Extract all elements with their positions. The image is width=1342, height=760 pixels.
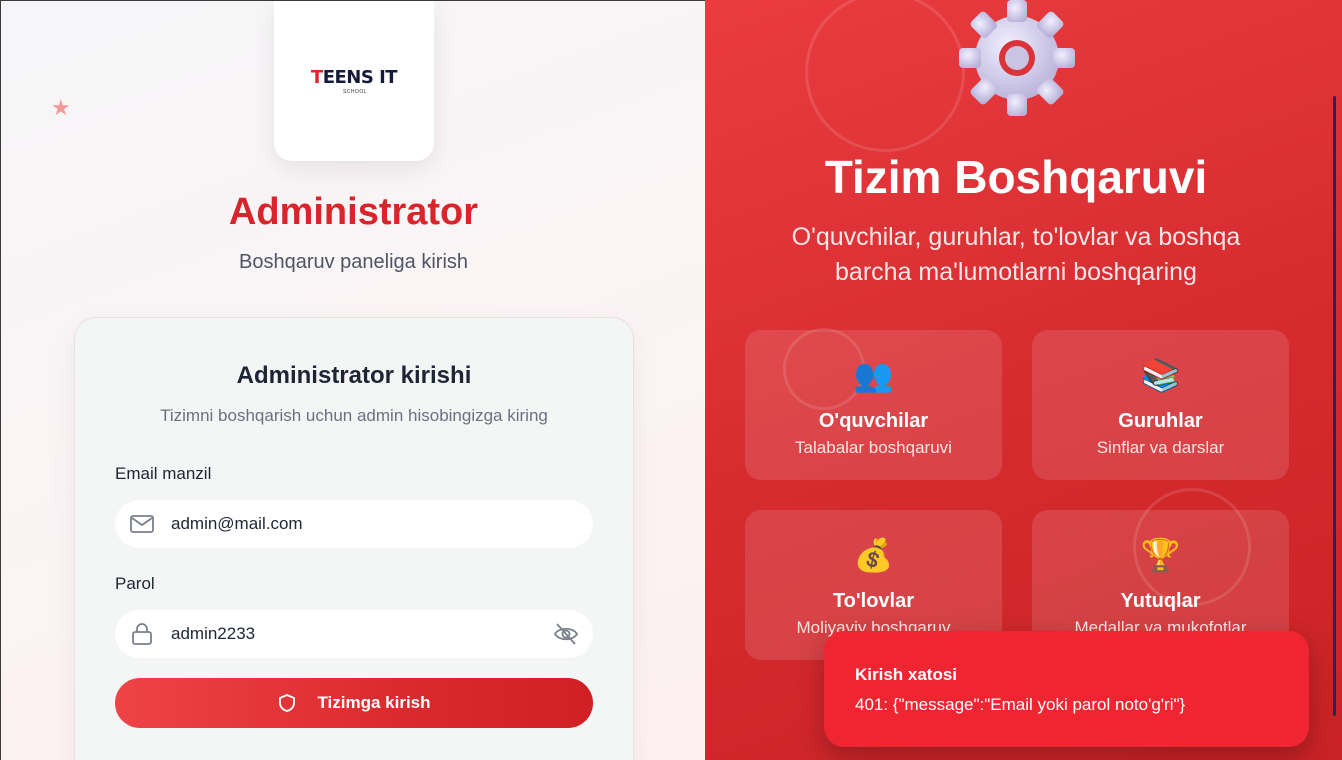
error-toast-title: Kirish xatosi — [855, 665, 958, 684]
lock-icon — [132, 623, 152, 645]
page-title: Administrator — [228, 191, 479, 233]
login-panel: ★ TEENS IT SCHOOL Administrator Boshqaru… — [0, 0, 705, 760]
feature-tile-title: Guruhlar — [1118, 410, 1203, 432]
scrollbar-thumb[interactable] — [1333, 96, 1336, 716]
login-card: Administrator kirishi Tizimni boshqarish… — [74, 317, 634, 760]
login-card-subtitle: Tizimni boshqarish uchun admin hisobingi… — [160, 406, 548, 425]
error-toast-message: 401: {"message":"Email yoki parol noto'g… — [855, 695, 1186, 714]
logo-tagline: SCHOOL — [342, 89, 368, 95]
star-decoration-icon: ★ — [51, 95, 71, 120]
logo-brand: TEENS IT — [310, 67, 398, 88]
feature-tile-title: O'quvchilar — [818, 410, 929, 432]
login-submit-label: Tizimga kirish — [317, 693, 431, 712]
logo: TEENS IT SCHOOL — [274, 1, 434, 161]
password-field[interactable]: admin2233 — [115, 610, 593, 658]
promo-title: Tizim Boshqaruvi — [824, 151, 1208, 203]
ring-decoration — [805, 0, 965, 152]
feature-tile-desc: Talabalar boshqaruvi — [795, 438, 952, 457]
email-value: admin@mail.com — [171, 514, 303, 533]
shield-icon — [279, 694, 296, 712]
email-label: Email manzil — [115, 464, 212, 483]
feature-tile-title: To'lovlar — [832, 590, 915, 612]
promo-subtitle: O'quvchilar, guruhlar, to'lovlar va bosh… — [745, 220, 1287, 290]
eye-off-icon[interactable] — [553, 622, 579, 646]
money-bag-icon: 💰 — [853, 537, 894, 573]
mail-icon — [130, 515, 154, 533]
email-field[interactable]: admin@mail.com — [115, 500, 593, 548]
people-icon: 👥 — [853, 357, 894, 393]
page-subtitle: Boshqaruv paneliga kirish — [238, 251, 469, 273]
trophy-icon: 🏆 — [1140, 537, 1181, 573]
promo-subtitle-line2: barcha ma'lumotlarni boshqaring — [835, 258, 1197, 286]
feature-tile-groups: 📚 Guruhlar Sinflar va darslar — [1032, 330, 1289, 480]
feature-tile-title: Yutuqlar — [1120, 590, 1201, 612]
promo-subtitle-line1: O'quvchilar, guruhlar, to'lovlar va bosh… — [791, 223, 1241, 251]
feature-tile-students: 👥 O'quvchilar Talabalar boshqaruvi — [745, 330, 1002, 480]
login-submit-button[interactable]: Tizimga kirish — [115, 678, 593, 728]
login-card-title: Administrator kirishi — [236, 362, 472, 389]
password-label: Parol — [115, 574, 155, 593]
books-icon: 📚 — [1140, 357, 1181, 393]
gear-icon — [959, 0, 1075, 116]
error-toast[interactable]: Kirish xatosi 401: {"message":"Email yok… — [824, 631, 1309, 747]
password-value: admin2233 — [171, 624, 256, 643]
feature-tile-desc: Sinflar va darslar — [1096, 438, 1225, 457]
